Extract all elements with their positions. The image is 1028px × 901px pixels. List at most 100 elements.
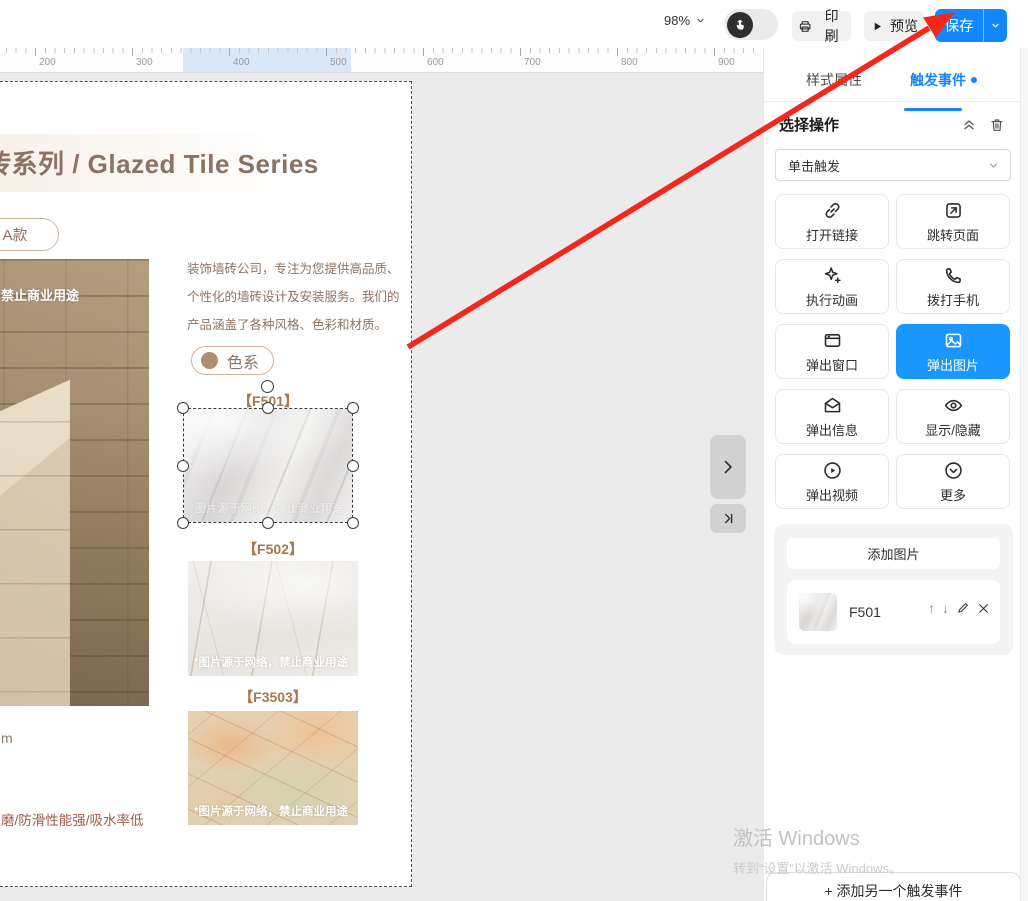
window-icon <box>822 330 843 351</box>
resize-handle-se[interactable] <box>347 517 359 529</box>
chevron-down-icon <box>695 15 706 26</box>
image-icon <box>943 330 964 351</box>
right-properties-panel: 样式属性 触发事件 选择操作 单击触发 打 <box>763 48 1021 901</box>
preview-label: 预览 <box>890 16 918 36</box>
next-page-button[interactable] <box>710 435 746 499</box>
move-down-button[interactable]: ↓ <box>942 600 949 616</box>
move-up-button[interactable]: ↑ <box>928 600 935 616</box>
panel-scrollbar[interactable] <box>1020 48 1028 901</box>
tile-label-f3503[interactable]: 【F3503】 <box>188 687 358 707</box>
active-tab-underline <box>904 108 962 111</box>
hero-watermark-text: 禁止商业用途 <box>1 285 79 304</box>
size-text-fragment[interactable]: m <box>1 730 13 746</box>
ruler-label: 300 <box>136 57 153 68</box>
action-open-link[interactable]: 打开链接 <box>775 194 889 249</box>
print-button[interactable]: 印刷 <box>792 11 851 41</box>
description-line[interactable]: 个性化的墙砖设计及安装服务。我们的 <box>187 286 400 305</box>
section-title: 选择操作 <box>779 114 839 135</box>
action-run-animation[interactable]: 执行动画 <box>775 259 889 314</box>
ruler-major-ticks <box>35 48 755 56</box>
action-popup-image[interactable]: 弹出图片 <box>896 324 1010 379</box>
hero-tile-photo[interactable]: 禁止商业用途 <box>0 259 149 706</box>
horizontal-ruler: 200 300 400 500 600 700 800 900 <box>0 48 763 73</box>
edit-image-button[interactable] <box>956 601 970 615</box>
sparkle-icon <box>822 265 843 286</box>
resize-handle-w[interactable] <box>177 460 189 472</box>
tab-trigger-events[interactable]: 触发事件 <box>904 69 983 91</box>
tile-image-f502[interactable]: *图片源于网络，禁止商业用途 <box>188 561 358 676</box>
tile-image-f501[interactable]: *图片源于网络，禁止商业用途 <box>184 409 352 522</box>
action-popup-message[interactable]: 弹出信息 <box>775 389 889 444</box>
resize-handle-n[interactable] <box>262 402 274 414</box>
description-line[interactable]: 产品涵盖了各种风格、色彩和材质。 <box>187 314 387 333</box>
image-thumbnail <box>799 593 837 631</box>
variant-badge[interactable]: A款 <box>0 218 59 251</box>
action-jump-page[interactable]: 跳转页面 <box>896 194 1010 249</box>
add-image-button[interactable]: 添加图片 <box>787 538 1000 569</box>
delete-trigger-button[interactable] <box>987 115 1007 135</box>
trigger-mode-value: 单击触发 <box>788 156 840 175</box>
description-line[interactable]: 装饰墙砖公司，专注为您提供高品质、 <box>187 258 400 277</box>
link-icon <box>822 200 843 221</box>
image-watermark: *图片源于网络，禁止商业用途 <box>194 803 348 819</box>
action-popup-window[interactable]: 弹出窗口 <box>775 324 889 379</box>
panel-tabs: 样式属性 触发事件 <box>764 62 1021 102</box>
chevron-down-icon <box>990 20 1001 31</box>
resize-handle-s[interactable] <box>262 517 274 529</box>
image-watermark: *图片源于网络，禁止商业用途 <box>194 654 348 670</box>
touch-icon <box>727 12 753 38</box>
top-toolbar: 98% 印刷 预览 保存 <box>0 0 1028 48</box>
ruler-label: 400 <box>233 57 250 68</box>
color-series-badge[interactable]: 色系 <box>191 346 274 375</box>
action-more[interactable]: 更多 <box>896 454 1010 509</box>
action-show-hide[interactable]: 显示/隐藏 <box>896 389 1010 444</box>
zoom-level-value: 98% <box>664 13 690 28</box>
image-list-item[interactable]: F501 ↑ ↓ <box>787 580 1000 644</box>
design-page[interactable]: 砖系列 / Glazed Tile Series A款 禁止商业用途 装饰墙砖公… <box>0 81 412 887</box>
chevron-down-icon <box>987 159 1000 172</box>
print-label: 印刷 <box>818 6 845 46</box>
chevron-right-icon <box>718 457 738 477</box>
tile-label-f502[interactable]: 【F502】 <box>188 539 358 559</box>
play-circle-icon <box>822 460 843 481</box>
tab-style-properties[interactable]: 样式属性 <box>800 69 868 91</box>
add-another-trigger-button[interactable]: + 添加另一个触发事件 <box>766 872 1021 901</box>
chevron-circle-icon <box>943 460 964 481</box>
save-button[interactable]: 保存 <box>935 9 983 42</box>
trash-icon <box>989 117 1005 133</box>
resize-handle-sw[interactable] <box>177 517 189 529</box>
editor-window: 98% 印刷 预览 保存 200 300 400 500 <box>0 0 1028 901</box>
printer-icon <box>798 19 812 34</box>
collapse-section-button[interactable] <box>959 115 979 135</box>
tile-image-f3503[interactable]: *图片源于网络，禁止商业用途 <box>188 711 358 825</box>
touch-mode-toggle[interactable] <box>724 9 778 40</box>
resize-handle-nw[interactable] <box>177 402 189 414</box>
page-title[interactable]: 砖系列 / Glazed Tile Series <box>0 144 319 181</box>
select-action-header: 选择操作 <box>779 114 1007 135</box>
selection-box <box>183 408 353 523</box>
play-icon <box>871 20 884 33</box>
canvas-workspace: 砖系列 / Glazed Tile Series A款 禁止商业用途 装饰墙砖公… <box>0 72 763 901</box>
close-icon <box>977 602 990 615</box>
ruler-label: 700 <box>524 57 541 68</box>
action-call-phone[interactable]: 拨打手机 <box>896 259 1010 314</box>
resize-handle-e[interactable] <box>347 460 359 472</box>
last-page-button[interactable] <box>710 504 746 533</box>
action-popup-video[interactable]: 弹出视频 <box>775 454 889 509</box>
feature-text[interactable]: 磨/防滑性能强/吸水率低 <box>1 809 144 829</box>
chevron-right-bar-icon <box>721 511 736 526</box>
save-dropdown-button[interactable] <box>983 9 1007 42</box>
popup-image-settings: 添加图片 F501 ↑ ↓ <box>774 524 1013 655</box>
resize-handle-ne[interactable] <box>347 402 359 414</box>
panel-divider <box>764 101 1021 102</box>
preview-button[interactable]: 预览 <box>864 11 925 41</box>
ruler-label: 600 <box>427 57 444 68</box>
color-dot <box>201 352 218 369</box>
trigger-mode-select[interactable]: 单击触发 <box>775 149 1011 181</box>
unsaved-dot <box>971 77 977 83</box>
remove-image-button[interactable] <box>977 602 990 615</box>
eye-icon <box>943 395 964 416</box>
zoom-level-dropdown[interactable]: 98% <box>664 13 706 28</box>
ruler-label: 900 <box>718 57 735 68</box>
envelope-icon <box>822 395 843 416</box>
